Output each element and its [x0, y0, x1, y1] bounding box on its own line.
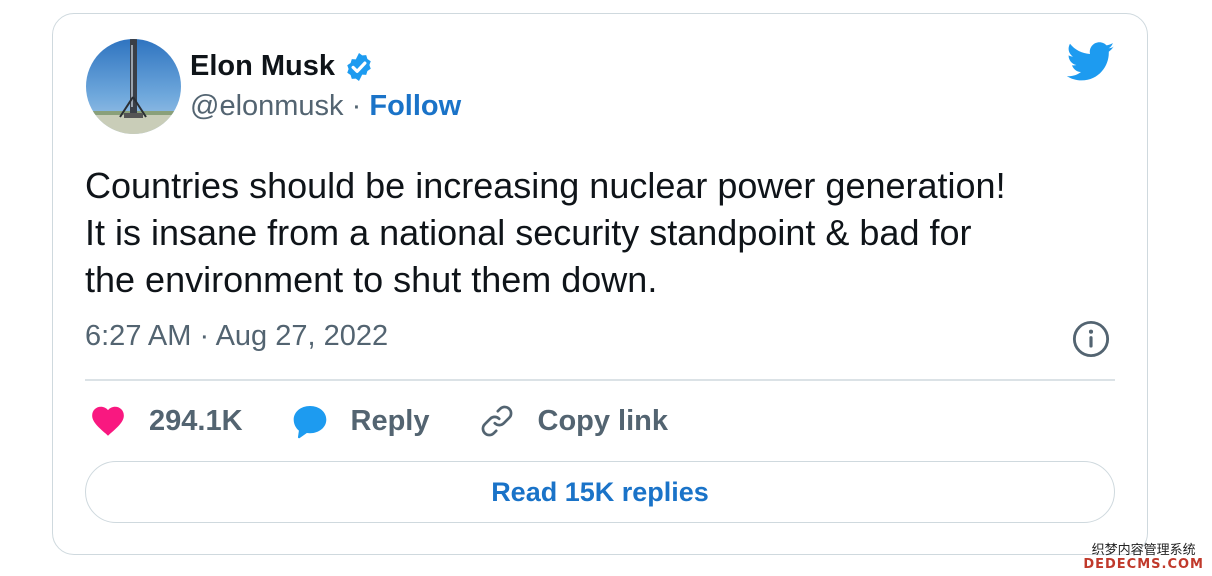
- tweet-text: Countries should be increasing nuclear p…: [85, 162, 1125, 303]
- author-name[interactable]: Elon Musk: [190, 50, 375, 83]
- tweet-text-line: the environment to shut them down.: [85, 259, 658, 300]
- read-replies-button[interactable]: Read 15K replies: [85, 461, 1115, 523]
- handle-separator: ·: [351, 90, 362, 122]
- tweet-text-line: It is insane from a national security st…: [85, 212, 972, 253]
- watermark: 织梦内容管理系统 DEDECMS.COM: [1083, 544, 1204, 572]
- copy-link-label: Copy link: [537, 404, 669, 437]
- verified-badge-icon: [347, 52, 371, 81]
- watermark-line-2: DEDECMS.COM: [1083, 557, 1204, 572]
- like-button[interactable]: 294.1K: [89, 402, 243, 440]
- tweet-text-line: Countries should be increasing nuclear p…: [85, 165, 1006, 206]
- author-handle[interactable]: @elonmusk: [190, 90, 344, 122]
- author-avatar[interactable]: [86, 39, 181, 134]
- author-handle-row: @elonmusk · Follow: [190, 90, 461, 123]
- info-icon[interactable]: [1072, 320, 1110, 358]
- tweet-actions: 294.1K Reply Copy link: [89, 399, 716, 443]
- watermark-line-1: 织梦内容管理系统: [1091, 543, 1196, 558]
- like-count: 294.1K: [149, 404, 243, 437]
- read-replies-label: Read 15K replies: [491, 476, 709, 507]
- author-name-text[interactable]: Elon Musk: [190, 50, 335, 83]
- tweet-card: Elon Musk @elonmusk · Follow Countries s…: [52, 13, 1148, 555]
- link-icon: [481, 405, 512, 437]
- divider: [85, 379, 1115, 381]
- heart-icon: [92, 406, 124, 436]
- tweet-timestamp[interactable]: 6:27 AM · Aug 27, 2022: [85, 320, 388, 353]
- copy-link-button[interactable]: Copy link: [478, 402, 669, 440]
- reply-label: Reply: [350, 404, 430, 437]
- follow-link[interactable]: Follow: [369, 90, 461, 122]
- speech-bubble-icon: [293, 405, 326, 439]
- reply-button[interactable]: Reply: [291, 402, 430, 440]
- twitter-bird-icon[interactable]: [1067, 42, 1115, 82]
